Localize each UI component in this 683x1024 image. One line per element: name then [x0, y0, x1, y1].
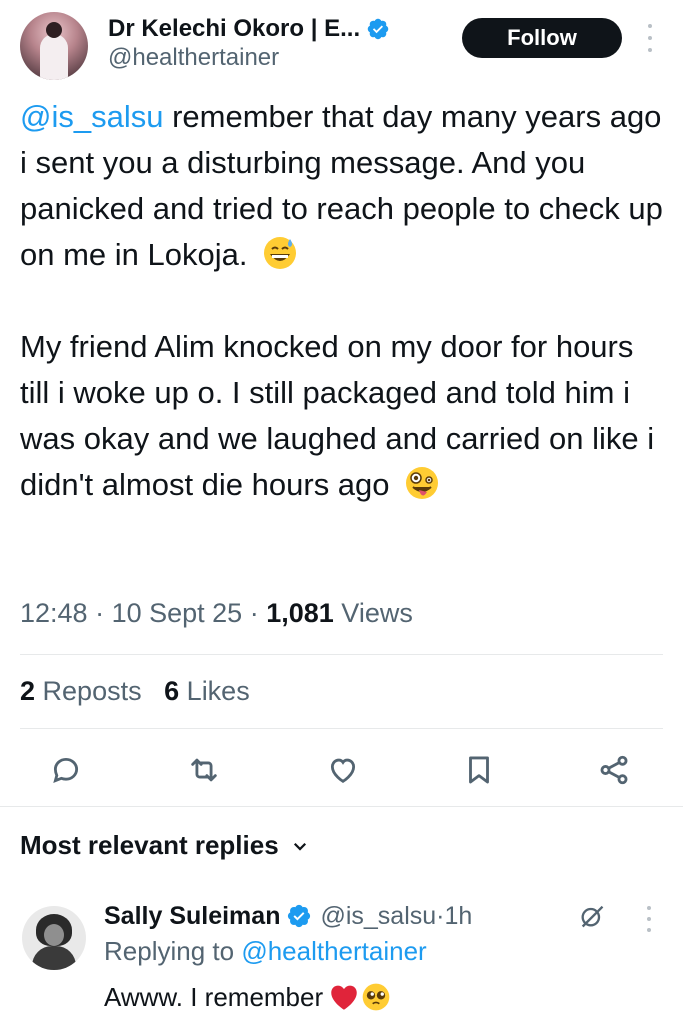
divider [20, 728, 663, 729]
meta-separator: · [242, 598, 267, 628]
reply-item[interactable]: Sally Suleiman @is_salsu · 1h Replying t… [0, 890, 683, 1024]
reply-text: Awww. I remember [104, 980, 391, 1014]
pleading-face-emoji-icon [362, 983, 390, 1011]
reposts-count: 2 [20, 676, 36, 706]
replying-to-line: Replying to @healthertainer [104, 936, 427, 967]
reply-name-row: Sally Suleiman @is_salsu · 1h [104, 900, 472, 932]
avatar-head [46, 22, 62, 38]
bookmark-icon[interactable] [461, 752, 497, 788]
follow-button[interactable]: Follow [462, 18, 622, 58]
tweet-header: Dr Kelechi Okoro | E... @healthertainer … [0, 0, 683, 90]
tweet-stats: 2 Reposts 6 Likes [20, 676, 250, 707]
tweet-time[interactable]: 12:48 [20, 598, 88, 628]
tweet-paragraph-2: My friend Alim knocked on my door for ho… [20, 324, 665, 508]
reply-author-name[interactable]: Sally Suleiman [104, 902, 280, 931]
red-heart-emoji-icon [331, 985, 357, 1010]
author-handle[interactable]: @healthertainer [108, 44, 279, 72]
tweet-text: @is_salsu remember that day many years a… [20, 94, 665, 508]
avatar-body [32, 946, 76, 970]
verified-badge-icon [288, 904, 311, 928]
tweet-spacer [20, 278, 665, 324]
author-name-row: Dr Kelechi Okoro | E... [108, 12, 390, 46]
views-label: Views [341, 598, 413, 628]
tweet-date[interactable]: 10 Sept 25 [112, 598, 243, 628]
avatar-face [44, 924, 64, 946]
reply-more-options-icon[interactable] [644, 906, 654, 932]
section-divider [0, 806, 683, 807]
reply-avatar[interactable] [22, 906, 86, 970]
likes-stat[interactable]: 6 Likes [164, 676, 250, 706]
divider [20, 654, 663, 655]
replies-sort-dropdown[interactable]: Most relevant replies [20, 830, 309, 861]
author-avatar[interactable] [20, 12, 88, 80]
reply-author-handle[interactable]: @is_salsu [320, 902, 436, 931]
action-bar [0, 740, 683, 800]
grok-icon[interactable] [578, 902, 606, 930]
views-count: 1,081 [266, 598, 334, 628]
share-icon[interactable] [596, 752, 632, 788]
replying-prefix: Replying to [104, 936, 242, 966]
chevron-down-icon [293, 842, 306, 851]
likes-count: 6 [164, 676, 180, 706]
reply-time[interactable]: 1h [445, 902, 473, 931]
likes-label: Likes [186, 676, 250, 706]
tweet-paragraph-2-text: My friend Alim knocked on my door for ho… [20, 329, 655, 502]
repost-icon[interactable] [186, 752, 222, 788]
verified-badge-icon [367, 18, 389, 40]
replies-title: Most relevant replies [20, 830, 279, 860]
like-icon[interactable] [325, 752, 361, 788]
tweet-meta: 12:48 · 10 Sept 25 · 1,081 Views [20, 598, 413, 629]
reposts-label: Reposts [42, 676, 142, 706]
tweet-paragraph-1: @is_salsu remember that day many years a… [20, 94, 665, 278]
replying-to-mention[interactable]: @healthertainer [241, 936, 426, 966]
more-options-icon[interactable] [642, 24, 658, 52]
author-name[interactable]: Dr Kelechi Okoro | E... [108, 15, 360, 43]
reply-separator: · [436, 901, 445, 930]
reply-text-content: Awww. I remember [104, 981, 324, 1012]
zany-face-emoji-icon [406, 467, 439, 499]
grinning-sweat-emoji-icon [264, 237, 297, 269]
meta-separator: · [87, 598, 112, 628]
mention-link[interactable]: @is_salsu [20, 99, 163, 134]
reply-icon[interactable] [48, 752, 84, 788]
reposts-stat[interactable]: 2 Reposts [20, 676, 142, 706]
avatar-figure [40, 34, 68, 80]
